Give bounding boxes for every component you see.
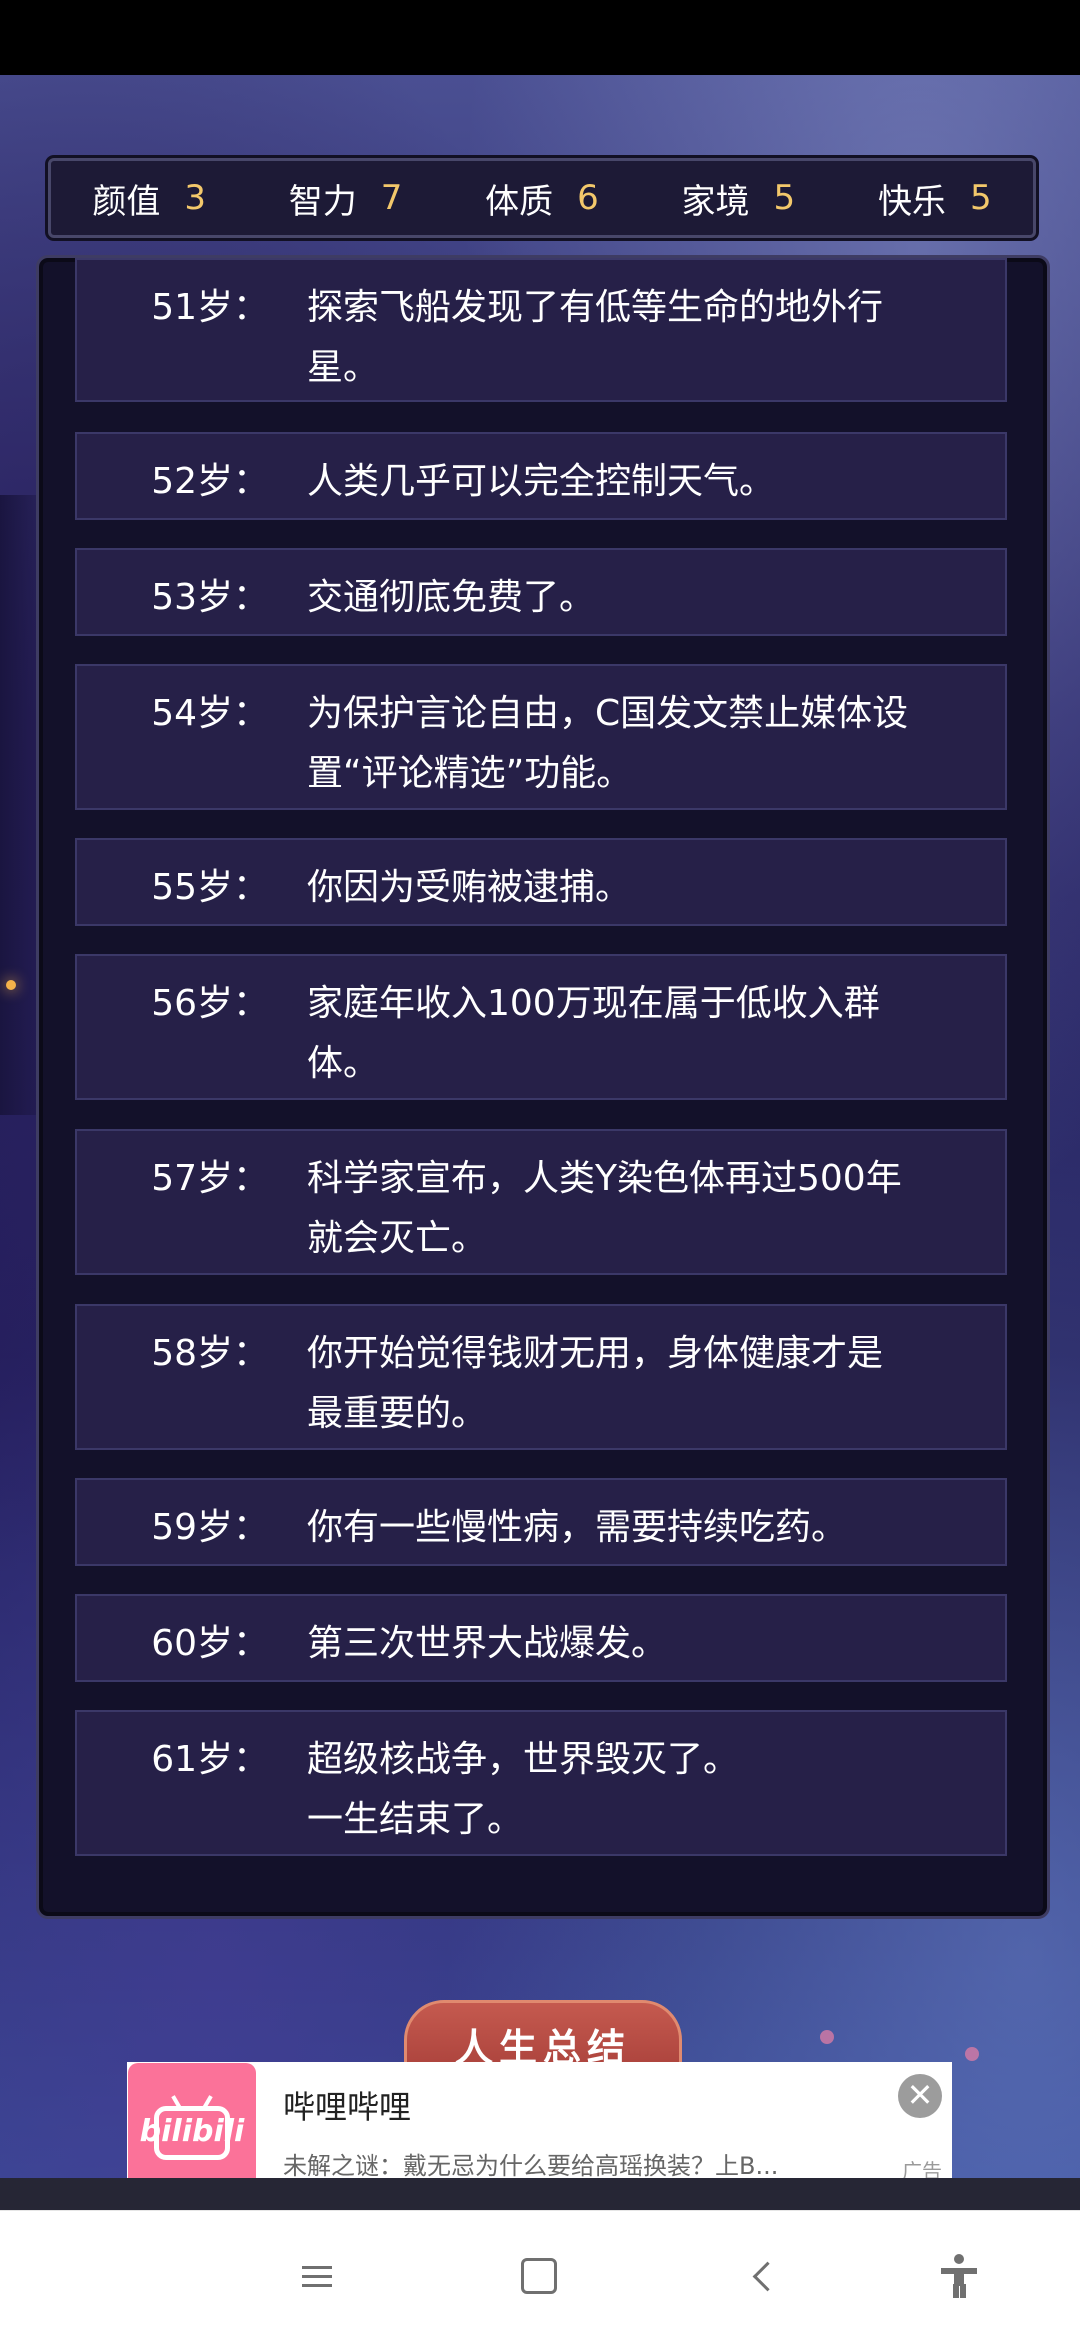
event-row: 61岁： 超级核战争，世界毁灭了。 一生结束了。 — [75, 1710, 1007, 1856]
stat-label: 体质 — [485, 181, 554, 222]
home-button[interactable] — [494, 2211, 584, 2341]
stat-value: 3 — [184, 178, 207, 218]
life-events-panel[interactable]: 51岁： 探索飞船发现了有低等生命的地外行 星。 52岁： 人类几乎可以完全控制… — [36, 255, 1050, 1919]
event-text: 家庭年收入100万现在属于低收入群 体。 — [307, 983, 880, 1084]
ad-body: 哔哩哔哩 未解之谜：戴无忌为什么要给高瑶换装？上B... ✕ 广告 — [257, 2062, 952, 2192]
event-text: 你因为受贿被逮捕。 — [307, 867, 632, 908]
event-text: 第三次世界大战爆发。 — [307, 1623, 668, 1664]
back-icon — [752, 2261, 782, 2291]
event-row: 54岁： 为保护言论自由，C国发文禁止媒体设 置“评论精选”功能。 — [75, 664, 1007, 810]
ad-close-button[interactable]: ✕ — [898, 2074, 942, 2118]
bilibili-logo-icon: bilibili — [128, 2063, 256, 2191]
tv-icon — [154, 2105, 230, 2160]
event-row: 56岁： 家庭年收入100万现在属于低收入群 体。 — [75, 954, 1007, 1100]
event-age: 55岁： — [151, 867, 269, 908]
event-age: 59岁： — [151, 1507, 269, 1548]
event-text: 交通彻底免费了。 — [307, 577, 596, 618]
event-text: 你开始觉得钱财无用，身体健康才是 最重要的。 — [307, 1333, 884, 1434]
stat-family: 家境 5 — [682, 174, 796, 223]
stat-appearance: 颜值 3 — [92, 174, 206, 223]
event-age: 58岁： — [151, 1333, 269, 1374]
event-row: 52岁： 人类几乎可以完全控制天气。 — [75, 432, 1007, 520]
stat-label: 颜值 — [92, 181, 161, 222]
event-text: 科学家宣布，人类Y染色体再过500年 就会灭亡。 — [307, 1158, 902, 1259]
event-row: 58岁： 你开始觉得钱财无用，身体健康才是 最重要的。 — [75, 1304, 1007, 1450]
stat-value: 5 — [773, 178, 796, 218]
event-age: 57岁： — [151, 1158, 269, 1199]
stat-constitution: 体质 6 — [485, 174, 599, 223]
event-age: 61岁： — [151, 1739, 269, 1780]
stat-intelligence: 智力 7 — [289, 174, 403, 223]
background-blossom — [820, 2030, 834, 2044]
stat-value: 7 — [380, 178, 403, 218]
background-blossom — [965, 2047, 979, 2061]
event-age: 54岁： — [151, 693, 269, 734]
event-text: 超级核战争，世界毁灭了。 一生结束了。 — [307, 1739, 740, 1840]
attribute-stats-bar: 颜值 3 智力 7 体质 6 家境 5 快乐 5 — [48, 158, 1036, 238]
stat-value: 5 — [969, 178, 992, 218]
event-row: 59岁： 你有一些慢性病，需要持续吃药。 — [75, 1478, 1007, 1566]
stat-value: 6 — [577, 178, 599, 218]
event-age: 53岁： — [151, 577, 269, 618]
event-age: 56岁： — [151, 983, 269, 1024]
stat-label: 家境 — [681, 181, 750, 222]
ad-title: 哔哩哔哩 — [283, 2088, 412, 2126]
event-age: 52岁： — [151, 461, 269, 502]
event-row: 57岁： 科学家宣布，人类Y染色体再过500年 就会灭亡。 — [75, 1129, 1007, 1275]
event-row: 60岁： 第三次世界大战爆发。 — [75, 1594, 1007, 1682]
event-age: 60岁： — [151, 1623, 269, 1664]
game-bottom-strip — [0, 2178, 1080, 2210]
stat-label: 智力 — [288, 181, 357, 222]
home-icon — [521, 2258, 557, 2294]
system-nav-bar — [0, 2210, 1080, 2341]
event-text: 你有一些慢性病，需要持续吃药。 — [307, 1507, 848, 1548]
stat-happiness: 快乐 5 — [878, 174, 992, 223]
recent-apps-button[interactable] — [272, 2211, 362, 2341]
event-row: 55岁： 你因为受贿被逮捕。 — [75, 838, 1007, 926]
stat-label: 快乐 — [877, 181, 946, 222]
ad-description: 未解之谜：戴无忌为什么要给高瑶换装？上B... — [283, 2152, 779, 2180]
menu-icon — [302, 2260, 332, 2293]
status-bar — [0, 0, 1080, 75]
back-button[interactable] — [722, 2211, 812, 2341]
event-text: 为保护言论自由，C国发文禁止媒体设 置“评论精选”功能。 — [307, 693, 909, 794]
event-age: 51岁： — [151, 287, 269, 328]
event-row: 53岁： 交通彻底免费了。 — [75, 548, 1007, 636]
event-text: 探索飞船发现了有低等生命的地外行 星。 — [307, 287, 884, 388]
accessibility-button[interactable] — [914, 2211, 1004, 2341]
event-row: 51岁： 探索飞船发现了有低等生命的地外行 星。 — [75, 258, 1007, 402]
event-text: 人类几乎可以完全控制天气。 — [307, 461, 776, 502]
background-lantern — [6, 980, 16, 990]
accessibility-icon — [939, 2254, 979, 2298]
ad-banner[interactable]: bilibili 哔哩哔哩 未解之谜：戴无忌为什么要给高瑶换装？上B... ✕ … — [127, 2062, 952, 2192]
